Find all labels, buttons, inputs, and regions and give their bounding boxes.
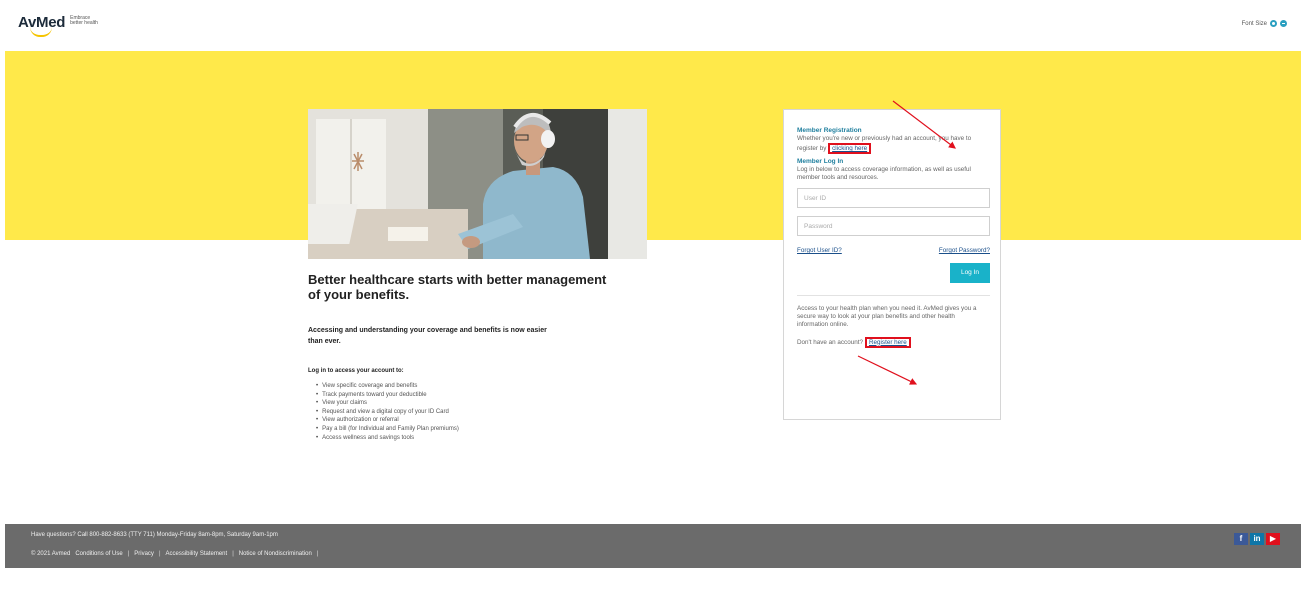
privacy-link[interactable]: Privacy (134, 551, 154, 557)
list-item: Access wellness and savings tools (316, 434, 459, 443)
man-with-headphones-image (308, 109, 647, 259)
social-links: f in ▶ (1234, 533, 1280, 545)
card-divider (797, 294, 990, 296)
font-size-label: Font Size (1241, 20, 1267, 27)
registration-description: Whether you're new or previously had an … (797, 135, 972, 152)
facebook-icon[interactable]: f (1234, 533, 1248, 545)
benefits-list: View specific coverage and benefits Trac… (316, 382, 459, 442)
no-account-text: Don't have an account? (797, 338, 863, 346)
list-item: Pay a bill (for Individual and Family Pl… (316, 425, 459, 434)
footer-links: © 2021 Avmed Conditions of Use | Privacy… (31, 551, 318, 557)
hero-headline: Better healthcare starts with better man… (308, 272, 607, 302)
clicking-here-link[interactable]: clicking here (828, 143, 872, 154)
font-size-control: Font Size (1242, 20, 1287, 27)
benefits-list-title: Log in to access your account to: (308, 368, 404, 374)
conditions-of-use-link[interactable]: Conditions of Use (75, 551, 122, 557)
footer-contact: Have questions? Call 800-882-8633 (TTY 7… (31, 532, 278, 538)
login-card: Member Registration Whether you're new o… (783, 109, 1001, 420)
list-item: Request and view a digital copy of your … (316, 408, 459, 417)
site-header: AvMed Embrace better health Font Size (0, 0, 1301, 50)
list-item: View your claims (316, 399, 459, 408)
hero-subhead: Accessing and understanding your coverag… (308, 327, 547, 345)
avmed-logo[interactable]: AvMed Embrace better health (18, 14, 98, 37)
accessibility-link[interactable]: Accessibility Statement (166, 551, 228, 557)
member-login-text: Log in below to access coverage informat… (797, 166, 971, 181)
hero-band (5, 51, 1301, 240)
hero-photo (308, 109, 647, 259)
separator: | (316, 551, 319, 557)
separator: | (127, 551, 130, 557)
member-login-title: Member Log In (797, 158, 844, 165)
font-decrease-icon[interactable] (1280, 20, 1287, 27)
separator: | (232, 551, 234, 557)
list-item: Track payments toward your deductible (316, 391, 459, 400)
font-increase-icon[interactable] (1270, 20, 1277, 27)
logo-swoosh (30, 27, 52, 37)
member-registration-title: Member Registration (797, 127, 862, 134)
access-description: Access to your health plan when you need… (797, 304, 977, 328)
register-here-link[interactable]: Register here (864, 336, 911, 348)
separator: | (158, 551, 161, 557)
user-id-input[interactable] (797, 188, 990, 208)
forgot-links: Forgot User ID? Forgot Password? (797, 247, 990, 254)
site-footer: Have questions? Call 800-882-8633 (TTY 7… (5, 524, 1301, 568)
login-button[interactable]: Log In (950, 262, 990, 283)
nondiscrimination-link[interactable]: Notice of Nondiscrimination (239, 551, 312, 557)
forgot-password-link[interactable]: Forgot Password? (939, 247, 990, 254)
footer-copyright: © 2021 Avmed (31, 551, 71, 557)
password-input[interactable] (797, 216, 990, 236)
linkedin-icon[interactable]: in (1250, 533, 1264, 545)
youtube-icon[interactable]: ▶ (1266, 533, 1280, 545)
member-registration-text: Whether you're new or previously had an … (797, 135, 990, 154)
list-item: View authorization or referral (316, 416, 459, 425)
forgot-user-id-link[interactable]: Forgot User ID? (797, 247, 842, 254)
logo-tagline: Embrace better health (70, 15, 98, 26)
list-item: View specific coverage and benefits (316, 382, 459, 391)
no-account-row: Don't have an account? Register here (797, 336, 990, 348)
